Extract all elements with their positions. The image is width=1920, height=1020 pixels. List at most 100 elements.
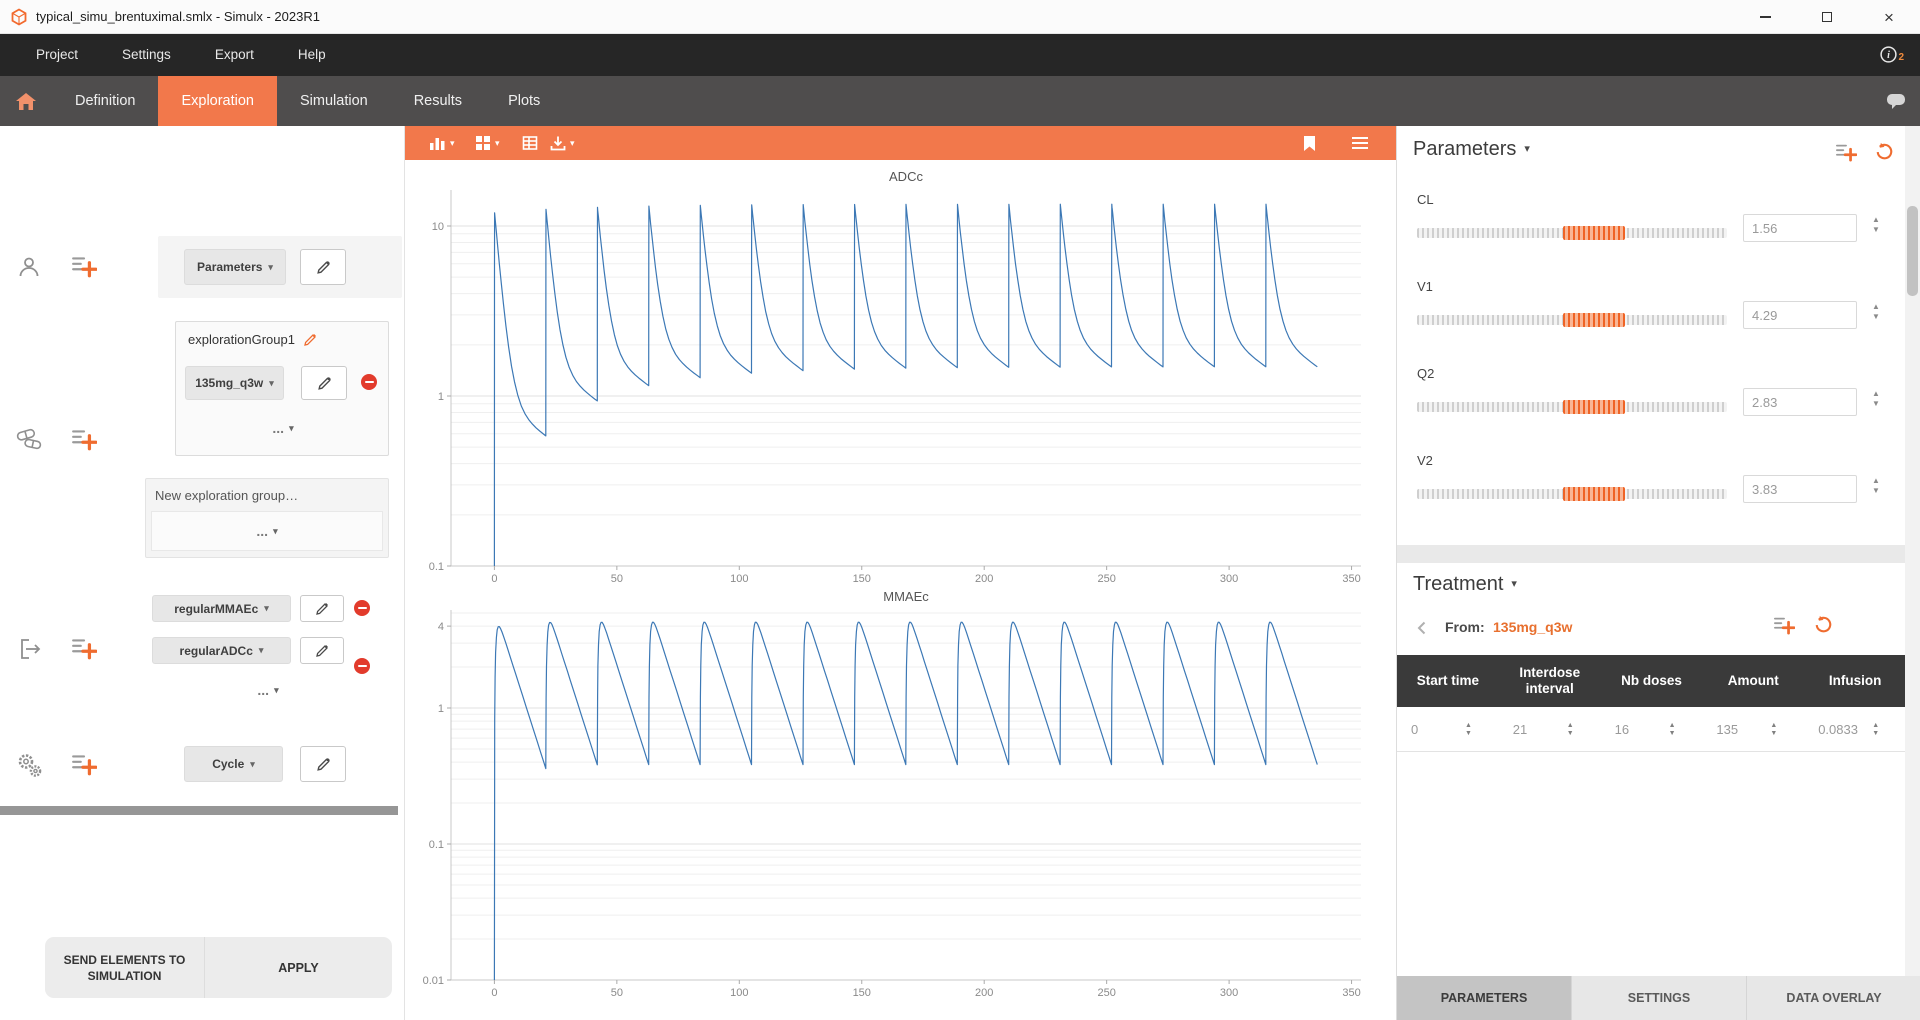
slider-fill[interactable] bbox=[1563, 226, 1625, 240]
treatment-dropdown-button[interactable]: 135mg_q3w▾ bbox=[185, 366, 284, 400]
apply-button[interactable]: APPLY bbox=[205, 937, 392, 998]
new-group-more-dropdown[interactable]: ...▾ bbox=[151, 511, 383, 551]
minimize-icon bbox=[1760, 16, 1771, 18]
reset-parameters-button[interactable] bbox=[1875, 142, 1894, 164]
amount-cell: ▲▼ bbox=[1702, 707, 1804, 751]
parameter-value-input[interactable] bbox=[1743, 475, 1857, 503]
nb-doses-input[interactable] bbox=[1615, 722, 1665, 737]
edit-output-regularMMAEc-button[interactable] bbox=[300, 595, 344, 622]
pencil-icon bbox=[317, 376, 332, 391]
plot-type-button[interactable]: ▾ bbox=[429, 126, 455, 160]
export-download-button[interactable]: ▾ bbox=[550, 126, 575, 160]
chat-icon bbox=[1886, 93, 1906, 110]
slider-fill[interactable] bbox=[1563, 487, 1625, 501]
layout-grid-button[interactable]: ▾ bbox=[475, 126, 500, 160]
menu-help[interactable]: Help bbox=[276, 34, 348, 76]
slider-fill[interactable] bbox=[1563, 313, 1625, 327]
parameters-section-header[interactable]: Parameters▾ bbox=[1413, 138, 1530, 161]
svg-text:100: 100 bbox=[730, 987, 748, 999]
add-output-button[interactable] bbox=[71, 636, 97, 663]
maximize-icon bbox=[1822, 12, 1832, 22]
infusion-input[interactable] bbox=[1818, 722, 1868, 737]
svg-text:ADCc: ADCc bbox=[889, 169, 923, 184]
tab-exploration[interactable]: Exploration bbox=[158, 76, 277, 126]
edit-output-regularADCc-button[interactable] bbox=[300, 637, 344, 664]
menu-project[interactable]: Project bbox=[14, 34, 100, 76]
value-stepper[interactable]: ▲▼ bbox=[1465, 722, 1472, 737]
output-regularMMAEc-button[interactable]: regularMMAEc▾ bbox=[152, 595, 291, 622]
remove-output-regularMMAEc-button[interactable] bbox=[354, 600, 370, 616]
value-stepper[interactable]: ▲▼ bbox=[1770, 722, 1777, 737]
plot-menu-button[interactable] bbox=[1351, 126, 1369, 160]
minimize-button[interactable] bbox=[1734, 0, 1796, 34]
chevron-down-icon: ▾ bbox=[273, 527, 278, 536]
cycle-dropdown-button[interactable]: Cycle▾ bbox=[184, 746, 283, 782]
close-button[interactable]: × bbox=[1858, 0, 1920, 34]
menu-export[interactable]: Export bbox=[193, 34, 276, 76]
parameters-dropdown-button[interactable]: Parameters▾ bbox=[184, 249, 286, 285]
reset-treatment-button[interactable] bbox=[1814, 615, 1833, 637]
start-time-input[interactable] bbox=[1411, 722, 1461, 737]
dose-table-header: Start time Interdose interval Nb doses A… bbox=[1397, 655, 1906, 707]
tab-data-overlay[interactable]: DATA OVERLAY bbox=[1746, 976, 1920, 1020]
value-stepper[interactable]: ▲▼ bbox=[1567, 722, 1574, 737]
parameter-slider[interactable] bbox=[1417, 402, 1727, 412]
svg-text:200: 200 bbox=[975, 987, 993, 999]
bookmark-button[interactable] bbox=[1303, 126, 1316, 160]
value-stepper[interactable]: ▲▼ bbox=[1872, 216, 1880, 234]
add-treatment-button[interactable] bbox=[71, 427, 97, 454]
value-stepper[interactable]: ▲▼ bbox=[1872, 390, 1880, 408]
tab-parameters[interactable]: PARAMETERS bbox=[1397, 976, 1571, 1020]
data-table-button[interactable] bbox=[522, 126, 538, 160]
value-stepper[interactable]: ▲▼ bbox=[1872, 303, 1880, 321]
edit-cycle-button[interactable] bbox=[300, 746, 346, 782]
edit-parameters-button[interactable] bbox=[300, 249, 346, 285]
chevron-down-icon: ▾ bbox=[259, 646, 264, 655]
feedback-button[interactable] bbox=[1886, 76, 1906, 126]
new-exploration-group-box[interactable]: New exploration group… ...▾ bbox=[145, 478, 389, 558]
plot-type-icon bbox=[429, 135, 446, 151]
group-more-dropdown[interactable]: ...▾ bbox=[176, 420, 390, 436]
treatment-section-header[interactable]: Treatment▾ bbox=[1413, 573, 1517, 596]
rename-group-pencil-icon[interactable] bbox=[303, 333, 317, 347]
chevron-down-icon: ▾ bbox=[1524, 145, 1530, 154]
value-stepper[interactable]: ▲▼ bbox=[1872, 722, 1879, 737]
add-dose-line-button[interactable] bbox=[1773, 615, 1795, 638]
tab-settings[interactable]: SETTINGS bbox=[1571, 976, 1746, 1020]
remove-treatment-button[interactable] bbox=[361, 374, 377, 390]
menu-settings[interactable]: Settings bbox=[100, 34, 193, 76]
chevron-down-icon: ▾ bbox=[495, 138, 500, 149]
parameter-slider[interactable] bbox=[1417, 228, 1727, 238]
parameter-value-input[interactable] bbox=[1743, 388, 1857, 416]
slider-fill[interactable] bbox=[1563, 400, 1625, 414]
tab-results[interactable]: Results bbox=[391, 76, 485, 126]
outputs-more-dropdown[interactable]: ...▾ bbox=[200, 682, 336, 698]
edit-treatment-button[interactable] bbox=[301, 366, 347, 400]
exploration-group-title: explorationGroup1 bbox=[188, 332, 295, 347]
add-parameter-button[interactable] bbox=[1835, 142, 1857, 165]
send-elements-to-simulation-button[interactable]: SEND ELEMENTS TO SIMULATION bbox=[45, 937, 205, 998]
output-regularADCc-button[interactable]: regularADCc▾ bbox=[152, 637, 291, 664]
parameter-value-input[interactable] bbox=[1743, 214, 1857, 242]
info-button[interactable]: i 2 bbox=[1880, 46, 1904, 63]
parameter-slider[interactable] bbox=[1417, 489, 1727, 499]
maximize-button[interactable] bbox=[1796, 0, 1858, 34]
value-stepper[interactable]: ▲▼ bbox=[1872, 477, 1880, 495]
home-button[interactable] bbox=[0, 76, 52, 126]
tab-definition[interactable]: Definition bbox=[52, 76, 158, 126]
amount-input[interactable] bbox=[1716, 722, 1766, 737]
previous-treatment-button[interactable] bbox=[1417, 621, 1426, 638]
parameter-value-input[interactable] bbox=[1743, 301, 1857, 329]
add-task-button[interactable] bbox=[71, 752, 97, 779]
tab-plots[interactable]: Plots bbox=[485, 76, 563, 126]
tab-simulation[interactable]: Simulation bbox=[277, 76, 391, 126]
remove-output-regularADCc-button[interactable] bbox=[354, 658, 370, 674]
horizontal-scrollbar[interactable] bbox=[0, 806, 398, 815]
scrollbar-thumb[interactable] bbox=[1907, 206, 1918, 296]
add-individual-button[interactable] bbox=[71, 254, 97, 281]
vertical-scrollbar[interactable] bbox=[1905, 126, 1920, 976]
parameter-slider[interactable] bbox=[1417, 315, 1727, 325]
value-stepper[interactable]: ▲▼ bbox=[1669, 722, 1676, 737]
chevron-down-icon: ▾ bbox=[250, 760, 255, 769]
interdose-interval-input[interactable] bbox=[1513, 722, 1563, 737]
